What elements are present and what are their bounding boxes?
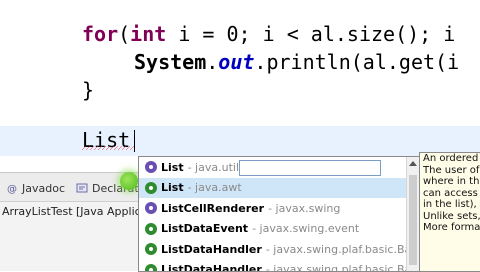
- class-icon: [145, 264, 157, 272]
- field-out: out: [218, 50, 254, 74]
- assist-item-package: - java.util: [188, 161, 239, 174]
- interface-icon: [145, 202, 157, 214]
- error-squiggle: [82, 146, 134, 150]
- code-line-for[interactable]: for(int i = 0; i < al.size(); i: [82, 22, 455, 46]
- tab-javadoc[interactable]: @ Javadoc: [6, 179, 65, 197]
- code-paren: (: [118, 22, 130, 46]
- class-icon: [145, 182, 157, 194]
- assist-item-package: - javax.swing: [268, 202, 340, 215]
- current-line-highlight: [0, 126, 480, 156]
- assist-item[interactable]: ListDataHandler - javax.swing.plaf.basic…: [139, 239, 407, 260]
- content-assist-popup[interactable]: List - java.util List - java.awt ListCel…: [138, 156, 420, 272]
- keyword-for: for: [82, 22, 118, 46]
- doc-line: More forma: [420, 222, 480, 234]
- console-title: ArrayListTest [Java Applica: [2, 205, 147, 218]
- assist-item-name: List: [161, 181, 184, 194]
- svg-text:@: @: [7, 184, 17, 194]
- text-caret: [134, 130, 135, 152]
- code-line-brace[interactable]: }: [82, 78, 94, 102]
- tab-javadoc-label: Javadoc: [22, 182, 65, 195]
- type-filter-box[interactable]: [239, 160, 381, 176]
- at-icon: @: [6, 182, 18, 194]
- assist-item[interactable]: ListCellRenderer - javax.swing: [139, 198, 407, 219]
- assist-item-package: - javax.swing.plaf.basic.BasicC: [266, 263, 420, 272]
- assist-item-name: ListDataHandler: [161, 263, 262, 272]
- assist-item-package: - javax.swing.plaf.basic.BasicC: [266, 243, 420, 256]
- scroll-up-arrow-icon[interactable]: [409, 161, 417, 166]
- assist-item-name: ListDataHandler: [161, 243, 262, 256]
- keyword-int: int: [130, 22, 166, 46]
- cursor-highlight-icon: [120, 172, 138, 190]
- declaration-icon: [76, 182, 88, 194]
- assist-item-selected[interactable]: List - java.awt: [139, 178, 407, 199]
- assist-item-name: ListDataEvent: [161, 222, 248, 235]
- doc-line: Unlike sets,: [420, 211, 480, 223]
- assist-scrollbar[interactable]: [406, 157, 419, 271]
- assist-item-name: ListCellRenderer: [161, 202, 264, 215]
- class-icon: [145, 243, 157, 255]
- code-text: i = 0; i < al.size(); i: [166, 22, 455, 46]
- doc-line: where in th: [420, 176, 480, 188]
- assist-item[interactable]: ListDataHandler - javax.swing.plaf.basic…: [139, 260, 407, 272]
- interface-icon: [145, 161, 157, 173]
- doc-line: can access: [420, 188, 480, 200]
- code-text: .println(al.get(i: [254, 50, 459, 74]
- code-line-println[interactable]: System.out.println(al.get(i: [134, 50, 459, 74]
- doc-line: in the list),: [420, 199, 480, 211]
- assist-item[interactable]: ListDataEvent - javax.swing.event: [139, 219, 407, 240]
- javadoc-popup[interactable]: An ordered The user of where in th can a…: [419, 152, 480, 272]
- doc-line: An ordered: [420, 153, 480, 165]
- code-dot: .: [206, 50, 218, 74]
- assist-item-package: - java.awt: [188, 181, 242, 194]
- assist-item-package: - javax.swing.event: [252, 222, 359, 235]
- assist-item-name: List: [161, 161, 184, 174]
- class-icon: [145, 223, 157, 235]
- class-system: System: [134, 50, 206, 74]
- doc-line: The user of: [420, 165, 480, 177]
- scroll-thumb[interactable]: [409, 175, 417, 265]
